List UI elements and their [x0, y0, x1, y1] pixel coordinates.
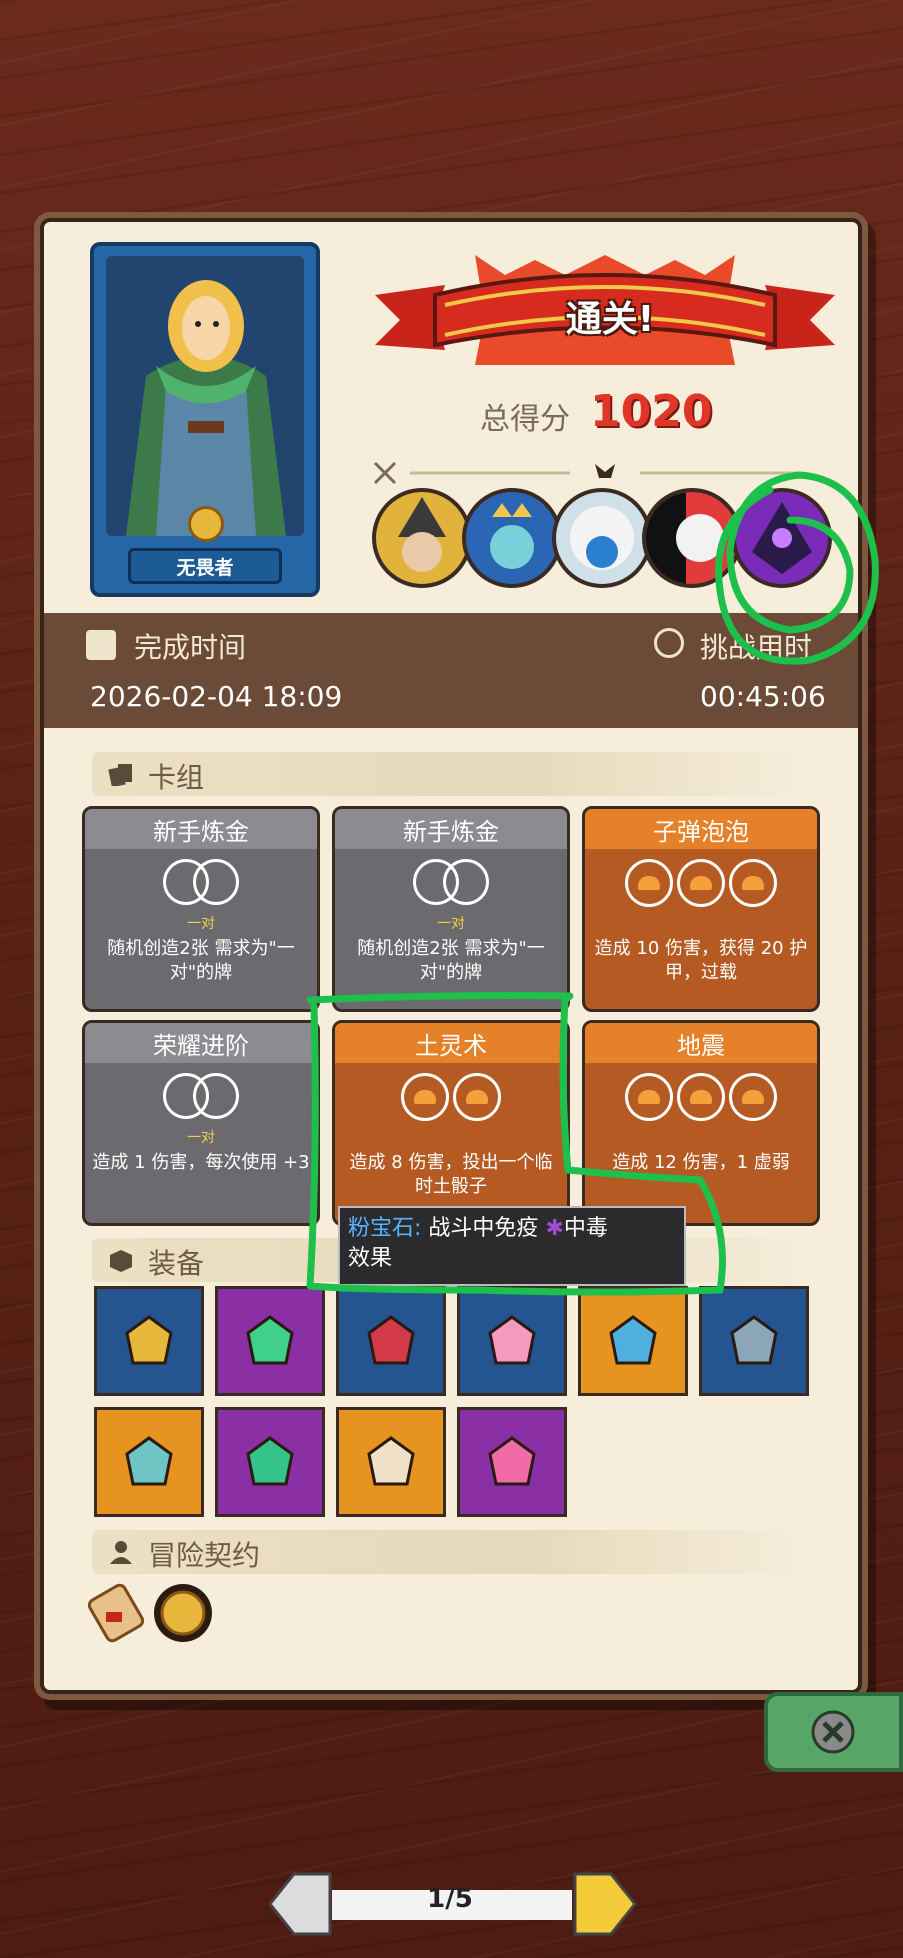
hero-name: 无畏者: [128, 548, 282, 584]
earth-dice-icon: [625, 859, 673, 907]
deck-card[interactable]: 荣耀进阶一对造成 1 伤害，每次使用 +3: [82, 1020, 320, 1226]
next-page-button: [573, 1872, 637, 1936]
emerald-crystal-icon: [246, 1436, 294, 1486]
skull-icon: [595, 464, 615, 478]
card-description: 造成 1 伤害，每次使用 +3: [92, 1152, 310, 1173]
close-icon: [811, 1710, 855, 1754]
stopwatch-icon: [654, 628, 684, 658]
medal-icon: [188, 506, 224, 542]
person-icon: [110, 1541, 132, 1564]
card-requirement: 一对: [437, 916, 465, 932]
teal-vase-icon: [125, 1436, 173, 1486]
deck-card[interactable]: 子弹泡泡造成 10 伤害，获得 20 护甲，过载: [582, 806, 820, 1012]
equipment-title: 装备: [148, 1247, 205, 1280]
contract-title: 冒险契约: [148, 1539, 261, 1572]
card-description: 随机创造2张 需求为"一对"的牌: [107, 938, 295, 983]
card-description: 随机创造2张 需求为"一对"的牌: [357, 938, 545, 983]
close-button[interactable]: [764, 1692, 903, 1772]
hero-portrait: [106, 256, 304, 536]
card-requirement: 一对: [187, 916, 215, 932]
pink-gem-icon: [488, 1315, 536, 1365]
scroll-icon[interactable]: [86, 1582, 146, 1644]
dice-slot-icon: [193, 1073, 239, 1119]
equipment-slot[interactable]: [94, 1407, 204, 1517]
boss-portrait-1[interactable]: [372, 488, 472, 588]
boss-portrait-3[interactable]: [552, 488, 652, 588]
green-gem-amulet-icon: [246, 1315, 294, 1365]
target-charm-icon: [367, 1436, 415, 1486]
completion-date: 2026-02-04 18:09: [90, 680, 343, 713]
score-value: 1020: [590, 386, 713, 437]
card-title: 新手炼金: [335, 809, 567, 849]
victory-title: 通关!: [565, 299, 655, 340]
dice-slot-icon: [443, 859, 489, 905]
gold-coin-icon[interactable]: [152, 1582, 214, 1644]
equipment-slot[interactable]: [94, 1286, 204, 1396]
equipment-slot[interactable]: [457, 1407, 567, 1517]
card-title: 荣耀进阶: [85, 1023, 317, 1063]
prev-page-button: [268, 1872, 332, 1936]
completion-time-label: 完成时间: [134, 631, 247, 664]
equipment-slot[interactable]: [215, 1407, 325, 1517]
card-title: 子弹泡泡: [585, 809, 817, 849]
earth-dice-icon: [729, 859, 777, 907]
card-description: 造成 10 伤害，获得 20 护甲，过载: [594, 938, 808, 983]
deck-title: 卡组: [148, 761, 205, 794]
deck-card[interactable]: 新手炼金一对随机创造2张 需求为"一对"的牌: [332, 806, 570, 1012]
cards-icon: [108, 764, 132, 786]
card-title: 新手炼金: [85, 809, 317, 849]
dice-slot-icon: [193, 859, 239, 905]
box-icon: [110, 1250, 132, 1272]
boss-portrait-2[interactable]: [462, 488, 562, 588]
page-indicator: 1/5: [427, 1884, 473, 1914]
score-label: 总得分: [480, 402, 570, 437]
gold-ring-icon: [125, 1315, 173, 1365]
deck-card[interactable]: 新手炼金一对随机创造2张 需求为"一对"的牌: [82, 806, 320, 1012]
annotation-circle: [715, 471, 879, 665]
card-requirement: 一对: [187, 1130, 215, 1146]
heart-necklace-icon: [488, 1436, 536, 1486]
ruby-scepter-icon: [367, 1315, 415, 1365]
equipment-slot[interactable]: [336, 1407, 446, 1517]
film-icon: [86, 630, 116, 660]
scythe-blade-icon: [730, 1315, 778, 1365]
earth-dice-icon: [677, 859, 725, 907]
deck-section-header: 卡组: [92, 752, 808, 796]
contract-section-header: 冒险契约: [92, 1530, 808, 1574]
annotation-bracket: [306, 992, 726, 1296]
slime-creature-icon: [609, 1315, 657, 1365]
